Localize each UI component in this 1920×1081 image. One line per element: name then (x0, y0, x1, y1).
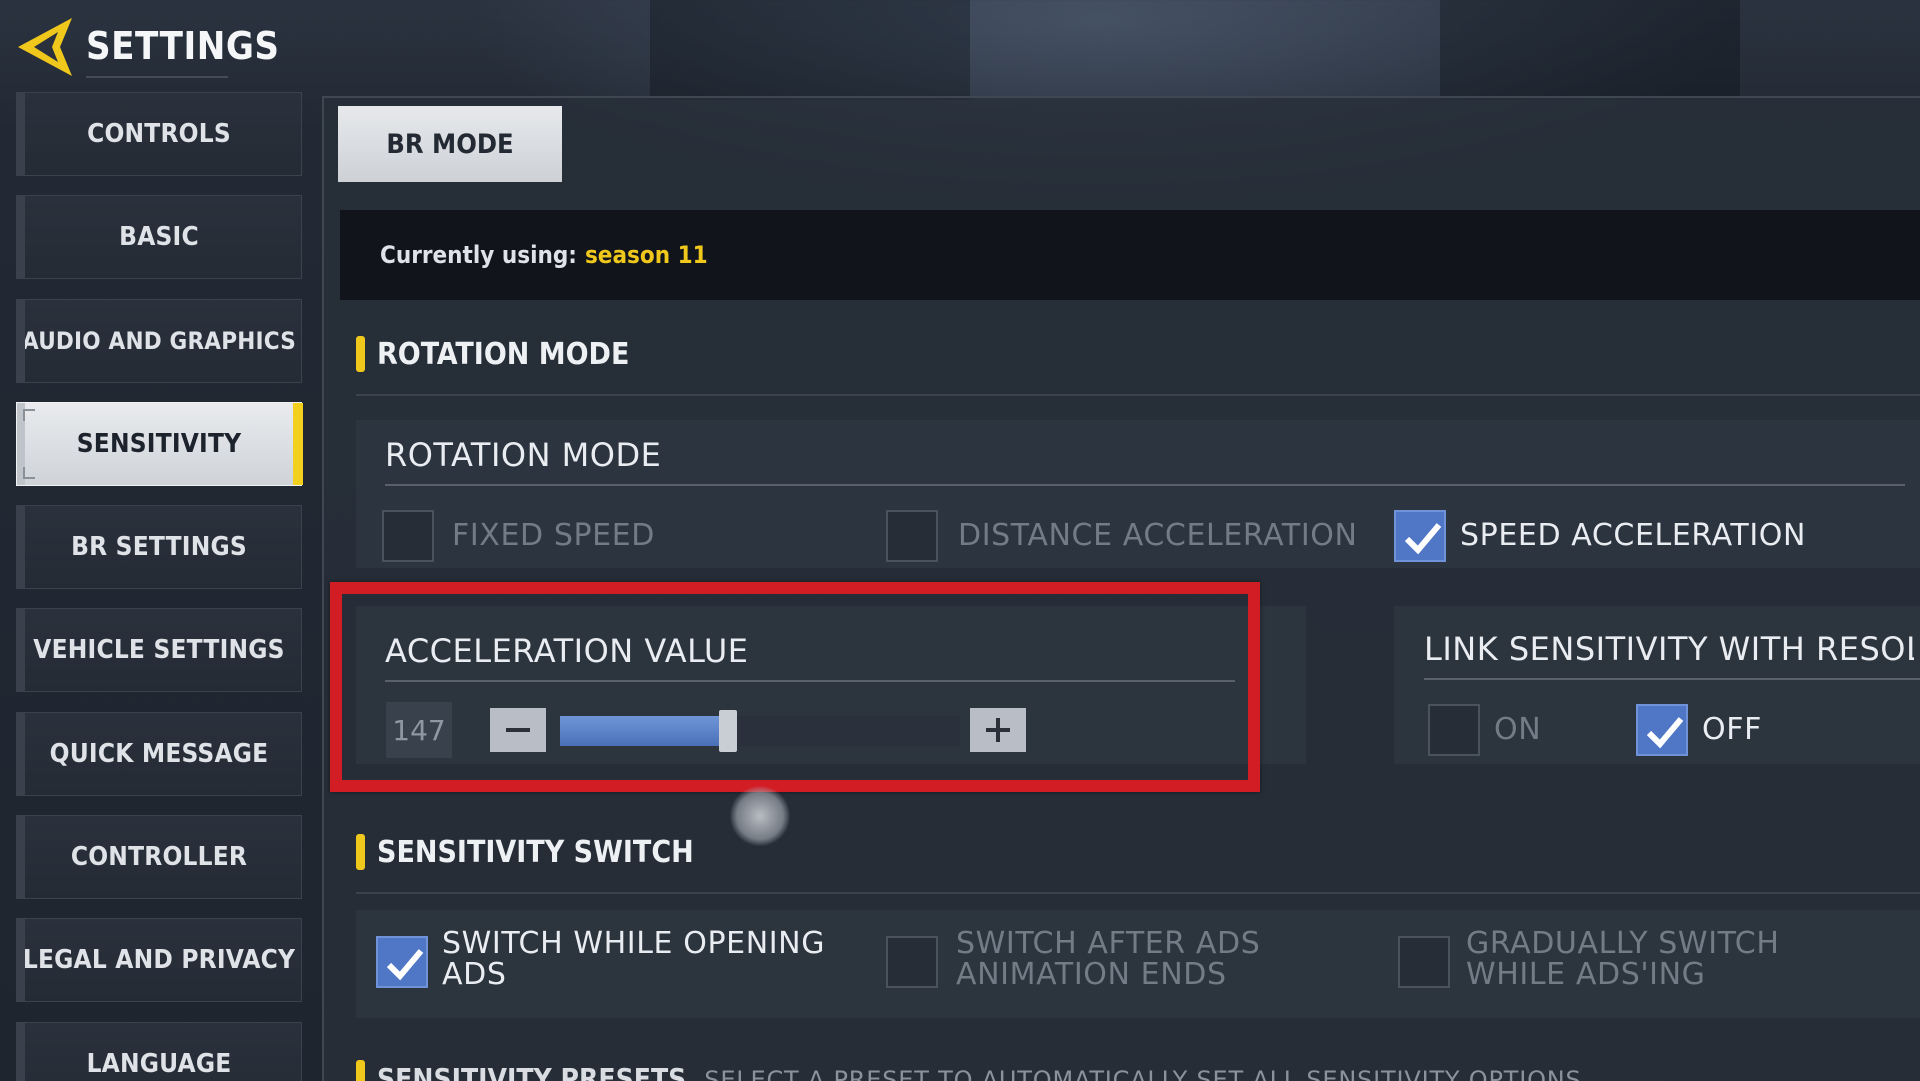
sidebar-nav: CONTROLS BASIC AUDIO AND GRAPHICS SENSIT… (16, 92, 303, 1081)
section-divider (356, 892, 1920, 894)
distance-acceleration-checkbox[interactable] (886, 510, 938, 562)
sidebar-item-basic[interactable]: BASIC (16, 195, 302, 280)
sidebar-item-label: VEHICLE SETTINGS (33, 635, 285, 666)
speed-acceleration-label: SPEED ACCELERATION (1460, 518, 1807, 553)
corner-bracket-top-left (23, 408, 35, 421)
back-arrow-icon[interactable] (14, 14, 78, 80)
section-marker (356, 834, 365, 870)
switch-after-ads-animation-label: SWITCH AFTER ADS ANIMATION ENDS (956, 928, 1260, 990)
link-on-label: ON (1494, 712, 1542, 747)
corner-bracket-bottom-left (23, 466, 35, 479)
tab-label: BR MODE (386, 128, 514, 160)
checkmark-icon (1646, 717, 1684, 749)
current-preset-label: Currently using: (380, 241, 577, 269)
checkmark-icon (386, 949, 424, 981)
touch-indicator (730, 786, 790, 846)
background-structure-left (650, 0, 970, 100)
gradually-switch-label: GRADUALLY SWITCH WHILE ADS'ING (1466, 928, 1780, 990)
sensitivity-presets-header: SENSITIVITY PRESETS SELECT A PRESET TO A… (356, 1060, 1582, 1081)
sidebar-item-br-settings[interactable]: BR SETTINGS (16, 505, 302, 590)
fixed-speed-checkbox[interactable] (382, 510, 434, 562)
sidebar-item-language[interactable]: LANGUAGE (16, 1021, 302, 1081)
setting-divider (1424, 678, 1920, 680)
section-marker (356, 1060, 365, 1081)
sensitivity-switch-section-header: SENSITIVITY SWITCH (356, 834, 694, 870)
fixed-speed-label: FIXED SPEED (452, 518, 655, 553)
title-underline (86, 76, 228, 78)
link-on-checkbox[interactable] (1428, 704, 1480, 756)
sidebar-item-sensitivity[interactable]: SENSITIVITY (16, 401, 303, 486)
section-description: SELECT A PRESET TO AUTOMATICALLY SET ALL… (704, 1066, 1582, 1081)
sidebar-item-label: SENSITIVITY (76, 428, 242, 459)
tab-br-mode[interactable]: BR MODE (338, 106, 562, 182)
sidebar-item-controller[interactable]: CONTROLLER (16, 815, 302, 900)
sidebar-item-label: LANGUAGE (86, 1048, 232, 1079)
setting-divider (385, 484, 1905, 486)
link-off-label: OFF (1702, 712, 1762, 747)
section-marker (356, 336, 365, 372)
switch-while-opening-ads-checkbox[interactable] (376, 936, 428, 988)
page-title: SETTINGS (86, 24, 280, 68)
section-title: SENSITIVITY SWITCH (377, 834, 694, 870)
link-off-checkbox[interactable] (1636, 704, 1688, 756)
label-line: SWITCH AFTER ADS (956, 926, 1261, 961)
sidebar-item-audio-and-graphics[interactable]: AUDIO AND GRAPHICS (16, 298, 302, 383)
label-line: SWITCH WHILE OPENING (442, 926, 826, 961)
sidebar-item-label: CONTROLLER (70, 842, 248, 873)
sidebar-item-label: QUICK MESSAGE (49, 738, 269, 769)
sidebar-item-label: BASIC (119, 222, 199, 253)
sidebar-item-quick-message[interactable]: QUICK MESSAGE (16, 711, 302, 796)
speed-acceleration-checkbox[interactable] (1394, 510, 1446, 562)
label-line: GRADUALLY SWITCH (1466, 926, 1780, 961)
sidebar-item-label: AUDIO AND GRAPHICS (22, 326, 296, 355)
highlight-annotation-frame (330, 582, 1260, 792)
current-preset-bar: Currently using: season 11 (340, 210, 1920, 300)
current-preset-value: season 11 (584, 241, 708, 269)
section-divider (356, 394, 1920, 396)
checkmark-icon (1404, 523, 1442, 555)
distance-acceleration-label: DISTANCE ACCELERATION (958, 518, 1358, 553)
section-title: SENSITIVITY PRESETS (377, 1062, 687, 1081)
label-line: ANIMATION ENDS (956, 957, 1227, 992)
label-line: ADS (442, 957, 507, 992)
sidebar-item-legal-and-privacy[interactable]: LEGAL AND PRIVACY (16, 918, 302, 1003)
link-sensitivity-title: LINK SENSITIVITY WITH RESOL (1424, 630, 1914, 668)
rotation-mode-setting-title: ROTATION MODE (385, 436, 662, 474)
gradually-switch-checkbox[interactable] (1398, 936, 1450, 988)
sidebar-item-vehicle-settings[interactable]: VEHICLE SETTINGS (16, 608, 302, 693)
switch-while-opening-ads-label: SWITCH WHILE OPENING ADS (442, 928, 825, 990)
background-structure-right (1440, 0, 1740, 100)
rotation-section-header: ROTATION MODE (356, 336, 629, 372)
switch-after-ads-animation-checkbox[interactable] (886, 936, 938, 988)
sidebar-item-label: CONTROLS (87, 119, 231, 149)
sidebar-item-label: LEGAL AND PRIVACY (22, 945, 296, 976)
sidebar-item-label: BR SETTINGS (71, 532, 247, 563)
sidebar-item-controls[interactable]: CONTROLS (16, 92, 302, 176)
label-line: WHILE ADS'ING (1466, 957, 1706, 992)
section-title: ROTATION MODE (377, 336, 630, 372)
